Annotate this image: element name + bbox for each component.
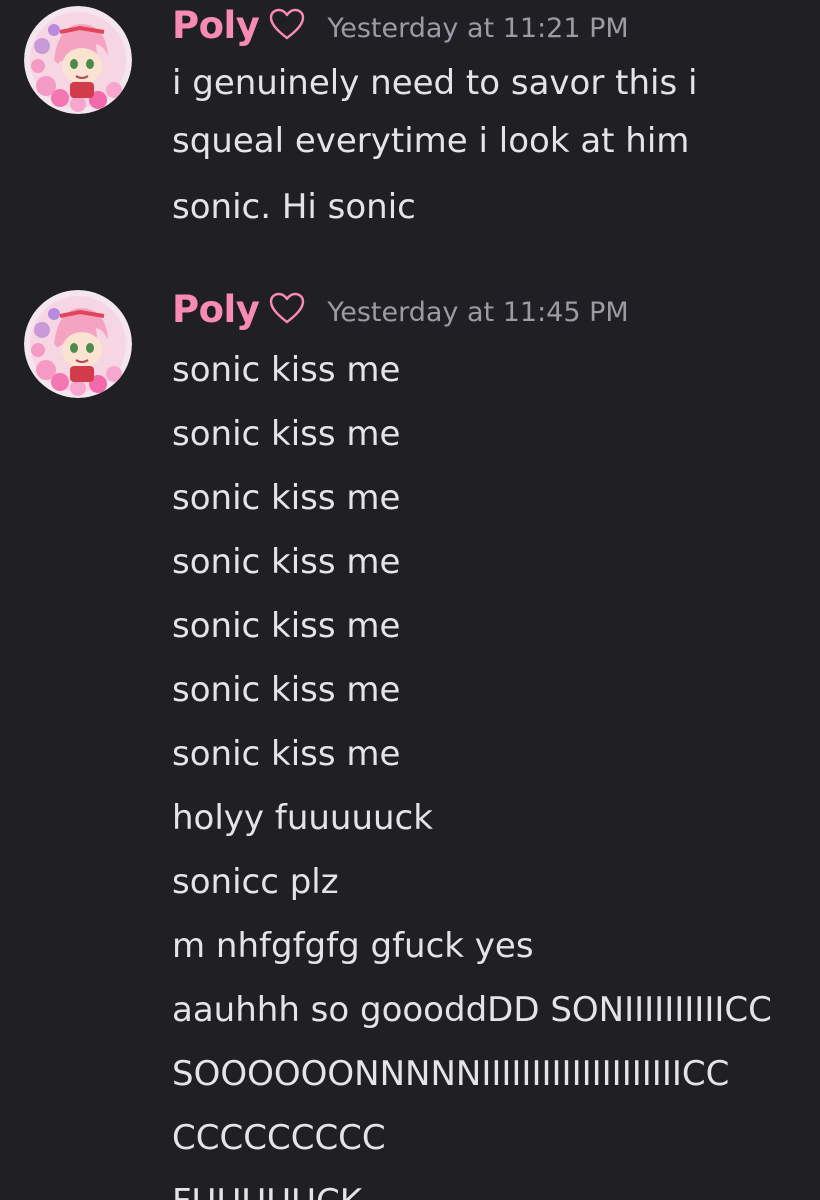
heart-outline-icon bbox=[269, 8, 305, 44]
message-line[interactable]: sonicc plz bbox=[172, 850, 812, 914]
message-header: Poly Yesterday at 11:21 PM bbox=[172, 0, 629, 50]
message-line[interactable]: sonic kiss me bbox=[172, 338, 812, 402]
message-header: Poly Yesterday at 11:45 PM bbox=[172, 284, 629, 334]
timestamp: Yesterday at 11:21 PM bbox=[327, 12, 629, 44]
message-line[interactable]: sonic kiss me bbox=[172, 594, 812, 658]
username[interactable]: Poly bbox=[172, 4, 260, 47]
message-line[interactable]: sonic kiss me bbox=[172, 658, 812, 722]
message-line[interactable]: FUUUUUCK bbox=[172, 1170, 812, 1200]
message-line[interactable]: aauhhh so goooddDD SONIIIIIIIIIICC bbox=[172, 978, 812, 1042]
avatar-image bbox=[24, 6, 132, 114]
message-line[interactable]: holyy fuuuuuck bbox=[172, 786, 812, 850]
heart-outline-icon bbox=[269, 292, 305, 328]
message-body: i genuinely need to savor this i squeal … bbox=[172, 54, 812, 236]
message-line[interactable]: sonic. Hi sonic bbox=[172, 178, 812, 236]
message-line[interactable]: sonic kiss me bbox=[172, 530, 812, 594]
message-body: sonic kiss me sonic kiss me sonic kiss m… bbox=[172, 338, 812, 1200]
avatar[interactable] bbox=[24, 290, 132, 398]
message-line[interactable]: CCCCCCCCC bbox=[172, 1106, 812, 1170]
timestamp: Yesterday at 11:45 PM bbox=[327, 296, 629, 328]
avatar-image bbox=[24, 290, 132, 398]
message-line[interactable]: m nhfgfgfg gfuck yes bbox=[172, 914, 812, 978]
message-line[interactable]: sonic kiss me bbox=[172, 402, 812, 466]
avatar[interactable] bbox=[24, 6, 132, 114]
message-line[interactable]: sonic kiss me bbox=[172, 722, 812, 786]
message-line[interactable]: SOOOOOONNNNNIIIIIIIIIIIIIIIIIIIICC bbox=[172, 1042, 812, 1106]
message-line[interactable]: sonic kiss me bbox=[172, 466, 812, 530]
username[interactable]: Poly bbox=[172, 288, 260, 331]
message-line[interactable]: squeal everytime i look at him bbox=[172, 112, 812, 170]
message-line[interactable]: i genuinely need to savor this i bbox=[172, 54, 812, 112]
